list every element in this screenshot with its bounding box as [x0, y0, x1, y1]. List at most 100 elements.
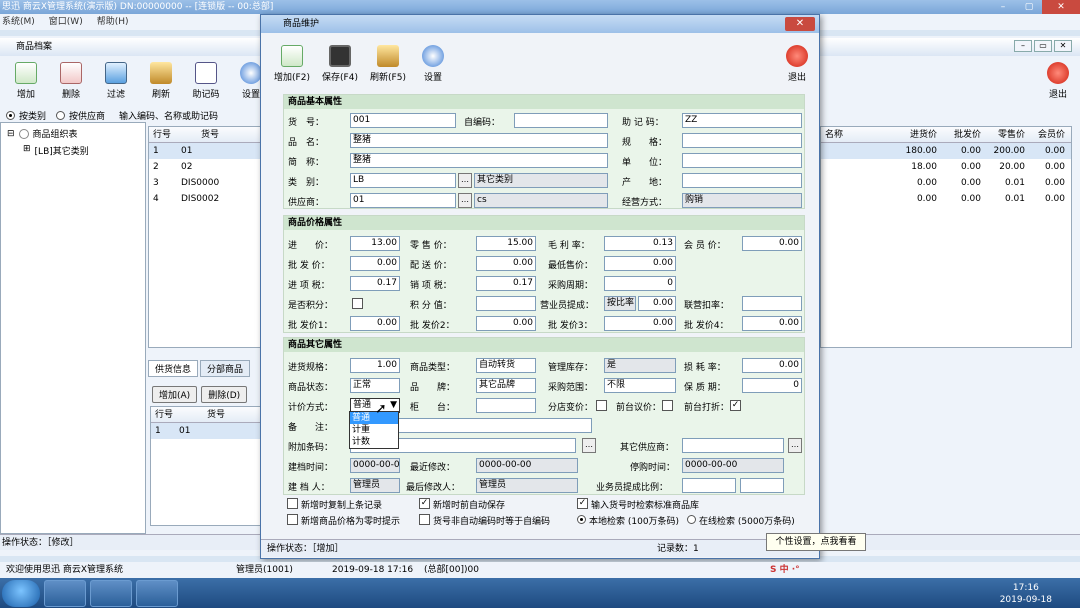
front-price-checkbox[interactable] [662, 400, 673, 411]
main-refresh-button[interactable]: 刷新 [141, 62, 181, 100]
dlg-refresh-button[interactable]: 刷新(F5) [365, 45, 411, 83]
mdi-close[interactable]: ✕ [1054, 40, 1072, 52]
points-checkbox[interactable] [352, 298, 363, 309]
member-price-input[interactable]: 0.00 [742, 236, 802, 251]
joint-rate-input[interactable] [742, 296, 802, 311]
goods-type-select[interactable]: 自动转货 [476, 358, 536, 373]
taskbar-app[interactable] [90, 580, 132, 607]
output-tax-input[interactable]: 0.17 [476, 276, 536, 291]
main-mnemonic-button[interactable]: 助记码 [186, 62, 226, 100]
business-mode[interactable]: 购销 [682, 193, 802, 208]
other-supplier-input[interactable] [682, 438, 784, 453]
start-button[interactable] [2, 580, 40, 607]
detail-add-button[interactable]: 增加(A) [152, 386, 198, 403]
table-row[interactable]: 4 DIS0002 [149, 191, 261, 207]
mnemonic-input[interactable]: ZZ [682, 113, 802, 128]
item-no-input[interactable]: 001 [350, 113, 456, 128]
name-input[interactable]: 整猪 [350, 133, 608, 148]
purchase-cycle-input[interactable]: 0 [604, 276, 676, 291]
tree-expand-icon[interactable]: ⊟ [7, 129, 15, 139]
supplier-input[interactable]: 01 [350, 193, 456, 208]
input-tax-input[interactable]: 0.17 [350, 276, 400, 291]
counter-input[interactable] [476, 398, 536, 413]
shelf-life-input[interactable]: 0 [742, 378, 802, 393]
mdi-minimize[interactable]: – [1014, 40, 1032, 52]
origin-input[interactable] [682, 173, 802, 188]
goods-state-select[interactable]: 正常 [350, 378, 400, 393]
spec-input[interactable] [682, 133, 802, 148]
front-discount-checkbox[interactable]: ✓ [730, 400, 741, 411]
wholesale1-input[interactable]: 0.00 [350, 316, 400, 331]
radio-by-category[interactable] [6, 111, 15, 120]
category-browse-button[interactable]: … [458, 173, 472, 188]
table-row[interactable]: 0.00 0.00 0.01 0.00 [821, 191, 1071, 207]
loss-rate-input[interactable]: 0.00 [742, 358, 802, 373]
salesman-ratio-input-2[interactable] [740, 478, 784, 493]
unit-input[interactable] [682, 153, 802, 168]
margin-input[interactable]: 0.13 [604, 236, 676, 251]
menu-system[interactable]: 系统(M) [2, 17, 35, 27]
stock-manage-select[interactable]: 是 [604, 358, 676, 373]
dropdown-option[interactable]: 计数 [350, 436, 398, 448]
commission-input[interactable]: 0.00 [638, 296, 676, 311]
main-delete-button[interactable]: 删除 [51, 62, 91, 100]
purchase-range-select[interactable]: 不限 [604, 378, 676, 393]
copy-last-checkbox[interactable] [287, 498, 298, 509]
table-row[interactable]: 1 01 [149, 143, 261, 159]
salesman-ratio-input[interactable] [682, 478, 736, 493]
table-row[interactable]: 1 01 [151, 423, 261, 439]
ime-icon[interactable]: S 中 ·° [770, 562, 800, 578]
wholesale2-input[interactable]: 0.00 [476, 316, 536, 331]
short-name-input[interactable]: 整猪 [350, 153, 608, 168]
main-filter-button[interactable]: 过滤 [96, 62, 136, 100]
mdi-restore[interactable]: ▭ [1034, 40, 1052, 52]
maximize-button[interactable]: ▢ [1016, 0, 1042, 14]
supplier-browse-button[interactable]: … [458, 193, 472, 208]
tree-root[interactable]: 商品组织表 [33, 127, 78, 140]
menu-help[interactable]: 帮助(H) [97, 17, 129, 27]
commission-type[interactable]: 按比率 [604, 296, 636, 311]
min-price-input[interactable]: 0.00 [604, 256, 676, 271]
auto-save-checkbox[interactable]: ✓ [419, 498, 430, 509]
dlg-settings-button[interactable]: 设置 [413, 45, 453, 83]
table-row[interactable]: 3 DIS0000 [149, 175, 261, 191]
code-equals-checkbox[interactable] [419, 514, 430, 525]
online-search-radio[interactable] [687, 515, 696, 524]
self-code-input[interactable] [514, 113, 608, 128]
retail-price-input[interactable]: 15.00 [476, 236, 536, 251]
radio-by-supplier[interactable] [56, 111, 66, 120]
tab-branch[interactable]: 分部商品 [200, 360, 251, 377]
tree-child[interactable]: [LB]其它类别 [35, 144, 89, 157]
main-add-button[interactable]: 增加 [6, 62, 46, 100]
category-input[interactable]: LB [350, 173, 456, 188]
buy-price-input[interactable]: 13.00 [350, 236, 400, 251]
wholesale4-input[interactable]: 0.00 [742, 316, 802, 331]
search-std-checkbox[interactable]: ✓ [577, 498, 588, 509]
dlg-save-button[interactable]: 保存(F4) [317, 45, 363, 83]
barcode-browse-button[interactable]: … [582, 438, 596, 453]
delivery-price-input[interactable]: 0.00 [476, 256, 536, 271]
table-row[interactable]: 0.00 0.00 0.01 0.00 [821, 175, 1071, 191]
points-value-input[interactable] [476, 296, 536, 311]
table-row[interactable]: 2 02 [149, 159, 261, 175]
dlg-exit-button[interactable]: 退出 [777, 45, 817, 83]
branch-price-checkbox[interactable] [596, 400, 607, 411]
dlg-add-button[interactable]: 增加(F2) [269, 45, 315, 83]
minimize-button[interactable]: – [990, 0, 1016, 14]
purchase-spec-input[interactable]: 1.00 [350, 358, 400, 373]
zero-price-checkbox[interactable] [287, 514, 298, 525]
main-exit-button[interactable]: 退出 [1038, 62, 1078, 100]
table-row[interactable]: 18.00 0.00 20.00 0.00 [821, 159, 1071, 175]
brand-select[interactable]: 其它品牌 [476, 378, 536, 393]
detail-delete-button[interactable]: 删除(D) [201, 386, 248, 403]
wholesale-price-input[interactable]: 0.00 [350, 256, 400, 271]
tree-expand-icon[interactable]: ⊞ [23, 144, 31, 157]
dropdown-option[interactable]: 普通 [350, 412, 398, 424]
dropdown-option[interactable]: 计重 [350, 424, 398, 436]
taskbar-explorer[interactable] [44, 580, 86, 607]
dialog-close-button[interactable]: ✕ [785, 17, 815, 31]
wholesale3-input[interactable]: 0.00 [604, 316, 676, 331]
table-row[interactable]: 180.00 0.00 200.00 0.00 [821, 143, 1071, 159]
other-supplier-browse-button[interactable]: … [788, 438, 802, 453]
taskbar-browser[interactable] [136, 580, 178, 607]
